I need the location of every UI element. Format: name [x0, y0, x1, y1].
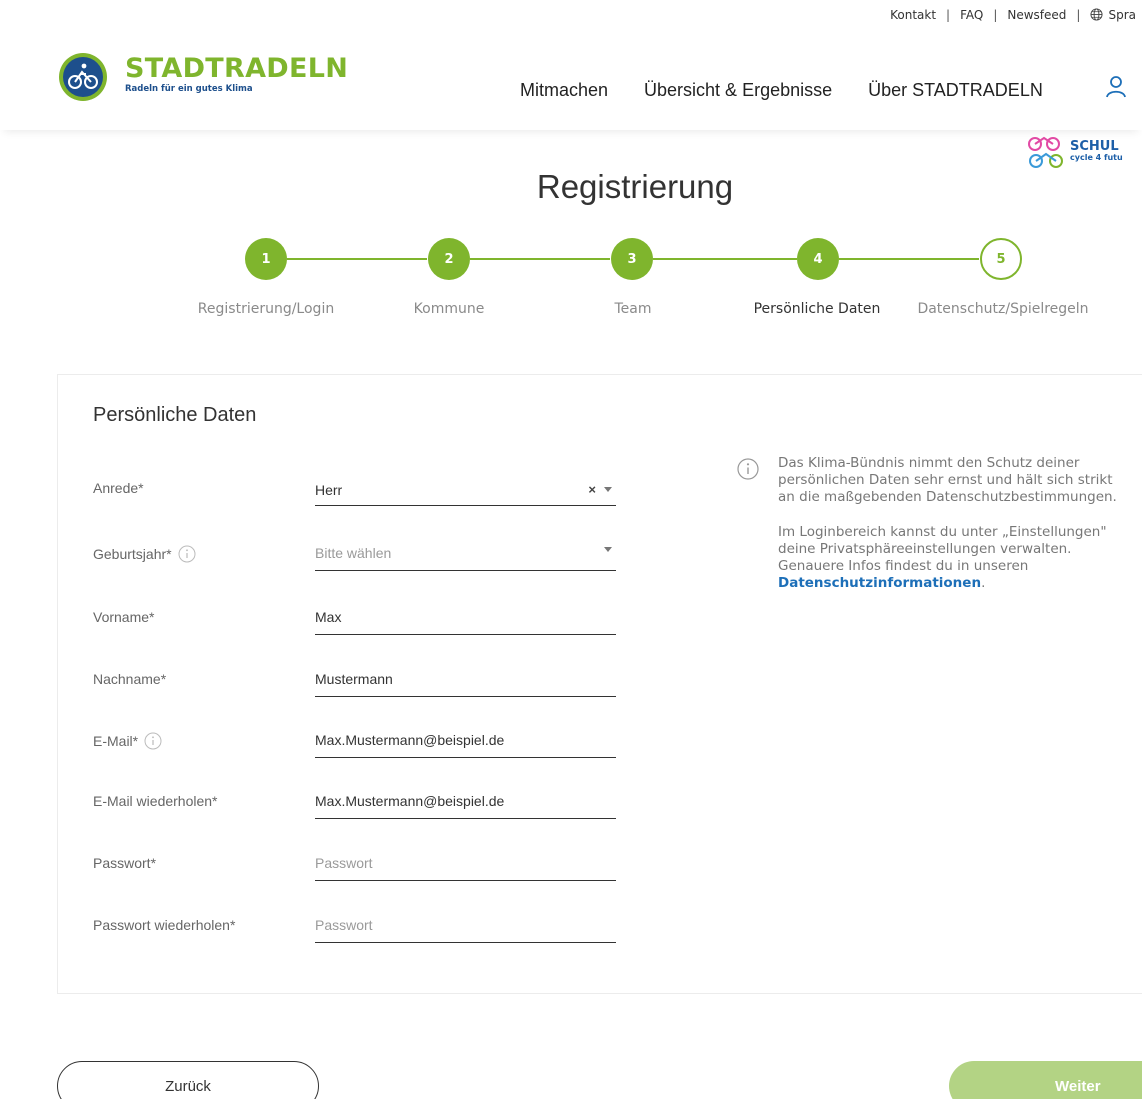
step-1-label: Registrierung/Login: [197, 301, 335, 317]
next-button[interactable]: Weiter: [949, 1061, 1142, 1099]
info-icon: [737, 458, 759, 480]
chevron-down-icon[interactable]: [604, 487, 612, 492]
geburtsjahr-placeholder: Bitte wählen: [315, 545, 392, 561]
password-repeat-input[interactable]: Passwort: [315, 917, 616, 943]
step-2-label: Kommune: [413, 301, 485, 317]
step-1-circle[interactable]: 1: [245, 238, 287, 280]
info-icon[interactable]: [178, 545, 196, 563]
step-5-label: Datenschutz/Spielregeln: [917, 301, 1089, 317]
separator: |: [993, 8, 998, 22]
back-button[interactable]: Zurück: [57, 1061, 319, 1099]
brand-name: STADTRADELN: [125, 53, 349, 84]
geburtsjahr-select[interactable]: Bitte wählen: [315, 545, 616, 571]
brand[interactable]: STADTRADELN Radeln für ein gutes Klima: [125, 53, 349, 95]
form-row-anrede: Anrede* Herr ×: [0, 480, 700, 520]
chevron-down-icon[interactable]: [604, 547, 612, 552]
anrede-select[interactable]: Herr ×: [315, 480, 616, 506]
badge-title: SCHUL: [1070, 139, 1119, 154]
brand-tagline: Radeln für ein gutes Klima: [125, 84, 253, 94]
step-3-circle[interactable]: 3: [611, 238, 653, 280]
password-input[interactable]: Passwort: [315, 855, 616, 881]
form-row-nachname: Nachname* Mustermann: [0, 671, 700, 711]
page-title: Registrierung: [536, 168, 734, 205]
step-connector: [653, 258, 797, 260]
geburtsjahr-label-wrap: Geburtsjahr*: [93, 545, 196, 563]
email-label-wrap: E-Mail*: [93, 732, 162, 750]
vorname-input[interactable]: Max: [315, 609, 616, 635]
password-placeholder: Passwort: [315, 855, 373, 871]
schulradeln-badge[interactable]: SCHUL cycle 4 futu: [1026, 134, 1123, 170]
stadtradeln-logo-icon[interactable]: [58, 52, 108, 102]
password-repeat-label: Passwort wiederholen*: [93, 917, 236, 933]
step-connector: [470, 258, 610, 260]
step-connector: [287, 258, 427, 260]
faq-link[interactable]: FAQ: [960, 8, 983, 22]
contact-link[interactable]: Kontakt: [890, 8, 936, 22]
main-nav: Mitmachen Übersicht & Ergebnisse Über ST…: [520, 80, 1043, 101]
form-row-email: E-Mail* Max.Mustermann@beispiel.de: [0, 732, 700, 772]
trailing-period: .: [981, 575, 986, 591]
privacy-settings-paragraph: Im Loginbereich kannst du unter „Einstel…: [778, 524, 1118, 592]
email-repeat-input[interactable]: Max.Mustermann@beispiel.de: [315, 793, 616, 819]
password-repeat-placeholder: Passwort: [315, 917, 373, 933]
step-5-circle: 5: [980, 238, 1022, 280]
form-row-geburtsjahr: Geburtsjahr* Bitte wählen: [0, 545, 700, 585]
nav-item-mitmachen[interactable]: Mitmachen: [520, 80, 608, 101]
email-label: E-Mail*: [93, 733, 139, 749]
nav-item-ueber[interactable]: Über STADTRADELN: [868, 80, 1043, 101]
language-label: Spra: [1108, 8, 1136, 22]
separator: |: [1076, 8, 1081, 22]
user-icon[interactable]: [1104, 74, 1128, 98]
email-repeat-label: E-Mail wiederholen*: [93, 793, 218, 809]
privacy-settings-text: Im Loginbereich kannst du unter „Einstel…: [778, 524, 1107, 574]
language-selector[interactable]: Spra: [1090, 8, 1136, 22]
form-row-password: Passwort* Passwort: [0, 855, 700, 895]
step-connector: [839, 258, 979, 260]
bicycles-icon: [1028, 136, 1063, 168]
step-2-circle[interactable]: 2: [428, 238, 470, 280]
anrede-label: Anrede*: [93, 480, 144, 496]
newsfeed-link[interactable]: Newsfeed: [1007, 8, 1066, 22]
step-3-label: Team: [614, 301, 652, 317]
form-row-vorname: Vorname* Max: [0, 609, 700, 649]
globe-icon: [1090, 8, 1104, 21]
info-icon[interactable]: [144, 732, 162, 750]
privacy-info: Das Klima-Bündnis nimmt den Schutz deine…: [778, 455, 1118, 610]
registration-stepper: 1 2 3 4 5 Registrierung/Login Kommune Te…: [0, 236, 1142, 326]
form-row-email-repeat: E-Mail wiederholen* Max.Mustermann@beisp…: [0, 793, 700, 833]
geburtsjahr-label: Geburtsjahr*: [93, 546, 172, 562]
separator: |: [946, 8, 951, 22]
datenschutz-link[interactable]: Datenschutzinformationen: [778, 575, 981, 591]
site-header: STADTRADELN Radeln für ein gutes Klima M…: [0, 30, 1142, 130]
privacy-info-paragraph: Das Klima-Bündnis nimmt den Schutz deine…: [778, 455, 1117, 505]
form-row-password-repeat: Passwort wiederholen* Passwort: [0, 917, 700, 957]
step-4-circle[interactable]: 4: [797, 238, 839, 280]
form-title: Persönliche Daten: [93, 404, 257, 426]
password-label: Passwort*: [93, 855, 157, 871]
step-4-label: Persönliche Daten: [753, 301, 881, 317]
utility-bar: Kontakt | FAQ | Newsfeed | Spra: [890, 8, 1136, 22]
clear-icon[interactable]: ×: [588, 482, 596, 497]
nachname-label: Nachname*: [93, 671, 167, 687]
vorname-label: Vorname*: [93, 609, 155, 625]
anrede-value: Herr: [315, 482, 343, 498]
nav-item-uebersicht[interactable]: Übersicht & Ergebnisse: [644, 80, 832, 101]
badge-subtitle: cycle 4 futu: [1070, 153, 1123, 162]
nachname-input[interactable]: Mustermann: [315, 671, 616, 697]
email-input[interactable]: Max.Mustermann@beispiel.de: [315, 732, 616, 758]
